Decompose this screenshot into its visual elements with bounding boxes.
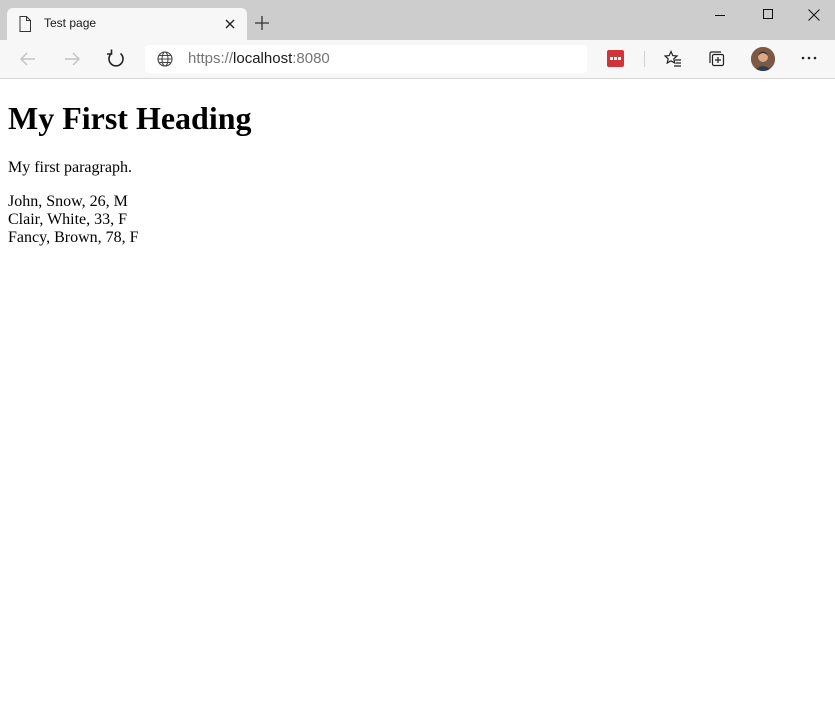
more-options-icon[interactable]	[800, 49, 818, 67]
page-content: My First Heading My first paragraph. Joh…	[8, 79, 827, 701]
new-tab-icon[interactable]	[255, 16, 269, 30]
minimize-button[interactable]	[697, 0, 743, 32]
browser-toolbar: https://localhost:8080	[0, 40, 835, 79]
collections-icon[interactable]	[708, 50, 726, 68]
extension-icon[interactable]	[607, 50, 624, 67]
toolbar-divider	[644, 51, 645, 67]
profile-avatar[interactable]	[751, 47, 775, 71]
favorites-icon[interactable]	[664, 50, 682, 68]
url-port: :8080	[292, 50, 330, 67]
maximize-button[interactable]	[745, 0, 791, 32]
close-window-button[interactable]	[790, 0, 835, 32]
maximize-icon	[763, 9, 773, 19]
url-text: https://localhost:8080	[188, 50, 330, 67]
globe-icon	[157, 51, 173, 67]
data-row: Fancy, Brown, 78, F	[8, 229, 139, 246]
page-paragraph: My first paragraph.	[8, 159, 132, 176]
data-rows: John, Snow, 26, M Clair, White, 33, F Fa…	[8, 193, 139, 247]
url-host: localhost	[233, 50, 293, 67]
profile-picture	[751, 47, 775, 71]
minimize-icon	[715, 15, 725, 16]
back-arrow-icon[interactable]	[18, 49, 38, 69]
close-window-icon	[808, 9, 820, 21]
close-tab-icon[interactable]	[223, 17, 237, 31]
address-bar[interactable]: https://localhost:8080	[145, 45, 587, 73]
data-row: Clair, White, 33, F	[8, 211, 128, 228]
browser-tab[interactable]: Test page	[7, 8, 247, 40]
browser-title-bar: Test page	[0, 0, 835, 40]
tab-title: Test page	[44, 16, 97, 30]
forward-arrow-icon[interactable]	[62, 49, 82, 69]
data-row: John, Snow, 26, M	[8, 193, 128, 210]
page-icon	[19, 16, 31, 32]
url-scheme: https://	[188, 50, 234, 67]
page-heading: My First Heading	[8, 100, 252, 136]
refresh-icon[interactable]	[106, 49, 126, 69]
